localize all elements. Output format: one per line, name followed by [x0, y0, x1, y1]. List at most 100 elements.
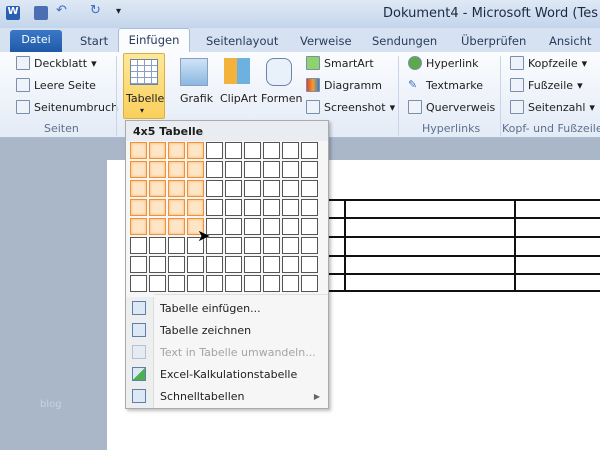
grid-cell[interactable] [282, 161, 299, 178]
grid-cell[interactable] [168, 180, 185, 197]
grid-cell[interactable] [301, 180, 318, 197]
grid-cell[interactable] [244, 237, 261, 254]
customize-toolbar-icon[interactable]: ▾ [116, 6, 121, 17]
fusszeile-button[interactable]: Fußzeile ▾ [510, 78, 583, 92]
save-icon[interactable] [34, 6, 48, 20]
grid-cell[interactable] [168, 256, 185, 273]
redo-icon[interactable]: ↻ [90, 3, 104, 18]
menu-item-text-in-tabelle[interactable]: Text in Tabelle umwandeln... [126, 341, 328, 363]
grid-cell[interactable] [130, 218, 147, 235]
smartart-button[interactable]: SmartArt [306, 56, 374, 70]
grid-cell[interactable] [206, 199, 223, 216]
grid-cell[interactable] [206, 180, 223, 197]
clipart-button[interactable]: ClipArt [220, 92, 257, 105]
tab-einfuegen[interactable]: Einfügen [118, 28, 190, 52]
tab-ueberpruefen[interactable]: Überprüfen [455, 32, 532, 50]
grid-cell[interactable] [187, 180, 204, 197]
grid-cell[interactable] [282, 142, 299, 159]
grid-cell[interactable] [149, 161, 166, 178]
grid-cell[interactable] [244, 199, 261, 216]
grid-cell[interactable] [282, 180, 299, 197]
grid-cell[interactable] [263, 142, 280, 159]
tab-verweise[interactable]: Verweise [294, 32, 358, 50]
clipart-icon[interactable] [224, 58, 250, 84]
grid-cell[interactable] [206, 275, 223, 292]
deckblatt-button[interactable]: Deckblatt ▾ [16, 56, 97, 70]
tab-sendungen[interactable]: Sendungen [366, 32, 443, 50]
grid-cell[interactable] [301, 237, 318, 254]
seitenumbruch-button[interactable]: Seitenumbruch [16, 100, 118, 114]
menu-item-tabelle-zeichnen[interactable]: Tabelle zeichnen [126, 319, 328, 341]
grid-cell[interactable] [149, 218, 166, 235]
textmarke-button[interactable]: ✎ Textmarke [408, 78, 483, 92]
grid-cell[interactable] [263, 161, 280, 178]
grid-cell[interactable] [206, 161, 223, 178]
grid-cell[interactable] [206, 142, 223, 159]
grid-cell[interactable] [130, 237, 147, 254]
grid-cell[interactable] [130, 199, 147, 216]
grid-cell[interactable] [244, 275, 261, 292]
querverweis-button[interactable]: Querverweis [408, 100, 495, 114]
undo-icon[interactable]: ↶ [56, 3, 70, 18]
tab-seitenlayout[interactable]: Seitenlayout [200, 32, 284, 50]
grid-cell[interactable] [244, 142, 261, 159]
hyperlink-button[interactable]: Hyperlink [408, 56, 479, 70]
grid-cell[interactable] [244, 256, 261, 273]
grid-cell[interactable] [168, 142, 185, 159]
grid-cell[interactable] [282, 199, 299, 216]
grid-cell[interactable] [263, 218, 280, 235]
grid-cell[interactable] [168, 199, 185, 216]
grid-cell[interactable] [225, 199, 242, 216]
grid-cell[interactable] [206, 256, 223, 273]
grid-cell[interactable] [130, 275, 147, 292]
tab-datei[interactable]: Datei [10, 30, 62, 52]
grid-cell[interactable] [168, 161, 185, 178]
leere-seite-button[interactable]: Leere Seite [16, 78, 96, 92]
menu-item-tabelle-einfuegen[interactable]: Tabelle einfügen... [126, 297, 328, 319]
grafik-button[interactable]: Grafik [180, 92, 213, 105]
grid-cell[interactable] [301, 256, 318, 273]
tab-ansicht[interactable]: Ansicht [543, 32, 597, 50]
grid-cell[interactable] [225, 180, 242, 197]
grid-cell[interactable] [263, 199, 280, 216]
grid-cell[interactable] [244, 218, 261, 235]
grid-cell[interactable] [225, 256, 242, 273]
grid-cell[interactable] [225, 142, 242, 159]
grid-cell[interactable] [187, 161, 204, 178]
grid-cell[interactable] [168, 275, 185, 292]
kopfzeile-button[interactable]: Kopfzeile ▾ [510, 56, 587, 70]
grid-cell[interactable] [282, 237, 299, 254]
grid-cell[interactable] [149, 199, 166, 216]
shapes-icon[interactable] [266, 58, 292, 86]
grid-cell[interactable] [301, 199, 318, 216]
grid-cell[interactable] [244, 180, 261, 197]
grid-cell[interactable] [225, 218, 242, 235]
grid-cell[interactable] [225, 237, 242, 254]
grid-cell[interactable] [301, 218, 318, 235]
grid-cell[interactable] [225, 161, 242, 178]
grid-cell[interactable] [244, 161, 261, 178]
grid-cell[interactable] [130, 180, 147, 197]
grid-cell[interactable] [282, 275, 299, 292]
grid-cell[interactable] [187, 275, 204, 292]
grid-cell[interactable] [301, 161, 318, 178]
menu-item-schnelltabellen[interactable]: Schnelltabellen ▶ [126, 385, 328, 407]
grid-cell[interactable] [130, 142, 147, 159]
diagramm-button[interactable]: Diagramm [306, 78, 382, 92]
grid-cell[interactable] [149, 180, 166, 197]
grid-cell[interactable] [263, 180, 280, 197]
picture-icon[interactable] [180, 58, 208, 86]
grid-cell[interactable] [187, 256, 204, 273]
menu-item-excel-tabelle[interactable]: Excel-Kalkulationstabelle [126, 363, 328, 385]
grid-cell[interactable] [130, 256, 147, 273]
grid-cell[interactable] [263, 275, 280, 292]
grid-cell[interactable] [301, 275, 318, 292]
grid-cell[interactable] [149, 256, 166, 273]
grid-cell[interactable] [149, 237, 166, 254]
grid-cell[interactable] [168, 237, 185, 254]
grid-cell[interactable] [225, 275, 242, 292]
seitenzahl-button[interactable]: Seitenzahl ▾ [510, 100, 595, 114]
grid-cell[interactable] [149, 142, 166, 159]
screenshot-button[interactable]: Screenshot ▾ [306, 100, 395, 114]
grid-cell[interactable] [263, 256, 280, 273]
